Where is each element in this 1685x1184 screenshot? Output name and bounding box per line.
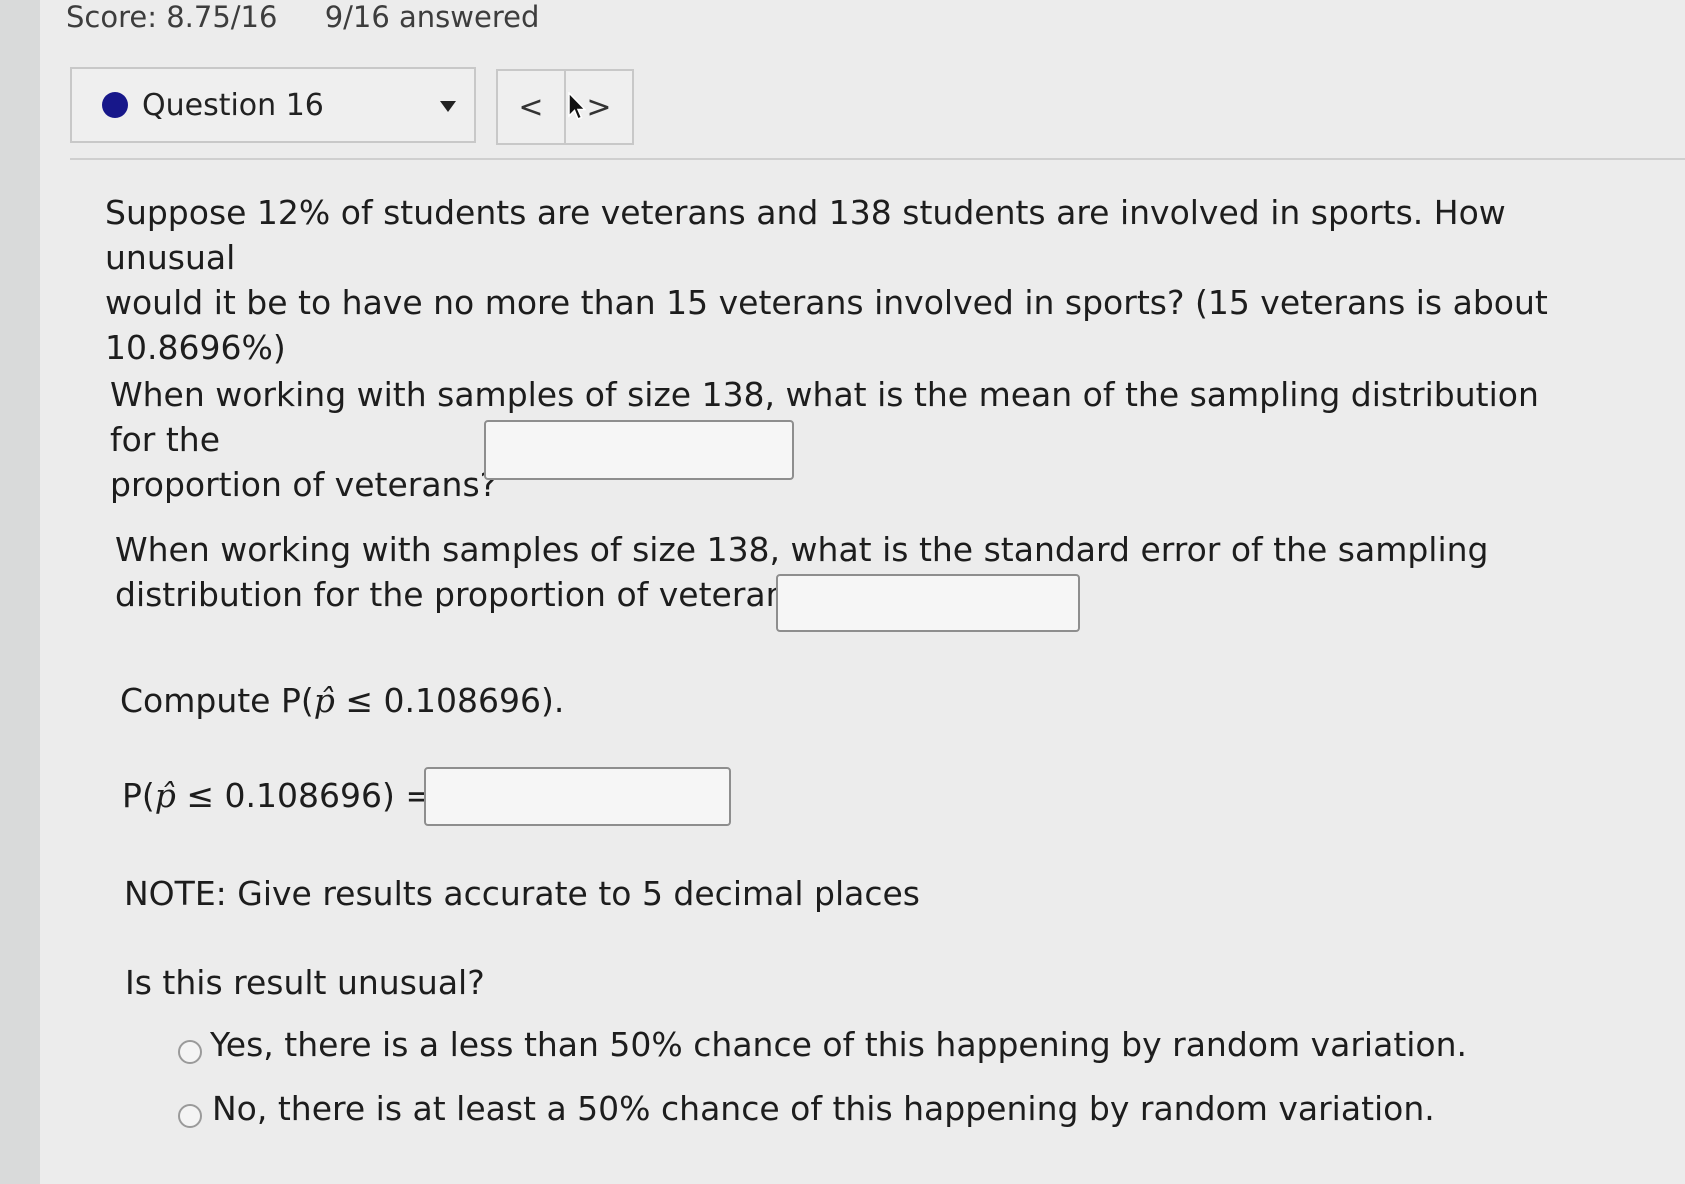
compute-prefix: Compute P( [120,681,314,720]
decimal-note: NOTE: Give results accurate to 5 decimal… [124,874,920,913]
prompt-line: would it be to have no more than 15 vete… [105,283,1548,322]
prompt-line: 10.8696%) [105,328,286,367]
header-divider [70,158,1685,160]
mean-question-line: When working with samples of size 138, w… [110,375,1539,459]
score-bar: Score: 8.75/16 9/16 answered [66,0,577,34]
option-no-label[interactable]: No, there is at least a 50% chance of th… [212,1086,1435,1131]
mouse-cursor-icon [568,92,586,120]
compute-instruction: Compute P(p̂ ≤ 0.108696). [120,678,564,723]
compute-suffix: 0.108696). [373,681,565,720]
mean-question-line: proportion of veterans? [110,465,498,504]
p-hat-symbol: p̂ [154,776,176,815]
question-dropdown[interactable]: Question 16 [70,67,476,143]
se-answer-input[interactable] [776,574,1080,632]
mean-question: When working with samples of size 138, w… [110,372,1570,507]
score-text: Score: 8.75/16 [66,0,278,34]
option-yes-radio[interactable] [178,1040,202,1064]
left-edge [0,0,40,1184]
previous-question-button[interactable]: < [498,71,566,143]
option-no-radio[interactable] [178,1104,202,1128]
caret-down-icon [440,101,456,112]
question-prompt: Suppose 12% of students are veterans and… [105,190,1565,370]
se-question-line: When working with samples of size 138, w… [115,530,1489,569]
probability-expression: P(p̂ ≤ 0.108696) = [122,773,433,818]
status-dot-icon [102,92,128,118]
unusual-question: Is this result unusual? [125,963,485,1002]
question-dropdown-label: Question 16 [142,87,324,123]
answered-count: 9/16 answered [324,0,540,34]
mean-answer-input[interactable] [484,420,794,480]
option-yes-label[interactable]: Yes, there is a less than 50% chance of … [210,1022,1467,1067]
leq-symbol: ≤ [186,776,215,815]
p-hat-symbol: p̂ [313,681,335,720]
prob-suffix: 0.108696) = [214,776,434,815]
question-nav-buttons: < > [496,69,634,145]
prompt-line: Suppose 12% of students are veterans and… [105,193,1506,277]
leq-symbol: ≤ [345,681,374,720]
probability-answer-input[interactable] [424,767,731,826]
prob-prefix: P( [122,776,155,815]
